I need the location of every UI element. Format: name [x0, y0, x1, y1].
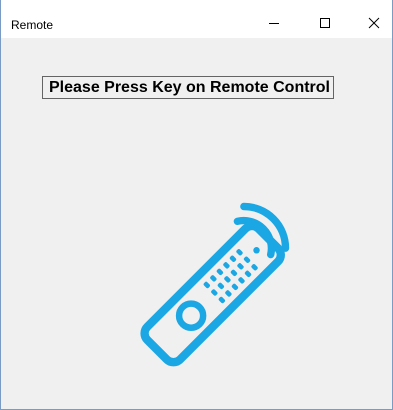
- prompt-label: Please Press Key on Remote Control: [42, 76, 334, 99]
- close-icon: [368, 17, 379, 29]
- window-title: Remote: [11, 18, 54, 32]
- maximize-icon: [320, 18, 330, 28]
- title-bar[interactable]: Remote: [1, 0, 392, 38]
- maximize-button[interactable]: [302, 8, 348, 38]
- remote-control-icon: [140, 202, 290, 367]
- minimize-icon: [269, 23, 279, 24]
- minimize-button[interactable]: [251, 8, 297, 38]
- close-button[interactable]: [353, 8, 392, 38]
- client-area: Please Press Key on Remote Control: [1, 38, 392, 409]
- remote-window: Remote Please Press Key on Remote Contro…: [0, 0, 393, 410]
